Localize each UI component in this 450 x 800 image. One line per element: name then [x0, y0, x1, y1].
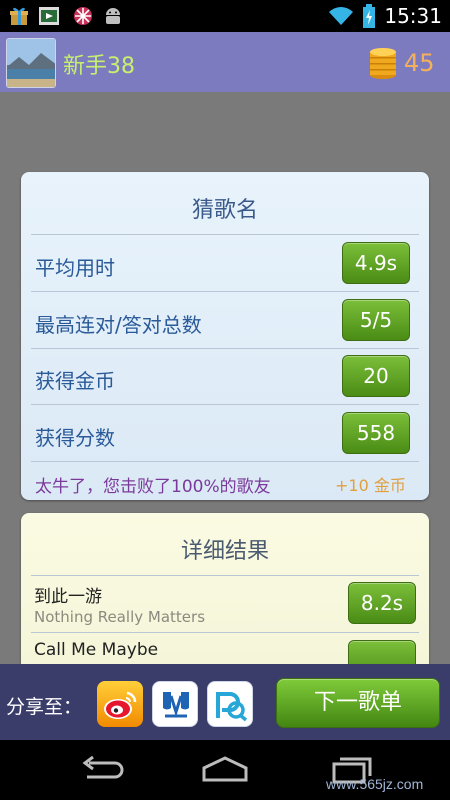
home-icon[interactable]	[200, 754, 250, 786]
song-time	[348, 640, 416, 664]
stats-card: 猜歌名 平均用时 4.9s 最高连对/答对总数 5/5 获得金币 20 获得分数…	[21, 172, 429, 500]
detail-card: 详细结果 到此一游 Nothing Really Matters 8.2s Ca…	[21, 513, 429, 664]
stat-value-streak: 5/5	[342, 299, 410, 341]
android-icon	[106, 8, 120, 24]
next-playlist-button[interactable]: 下一歌单	[276, 678, 440, 728]
stat-label-avg-time: 平均用时	[35, 256, 115, 280]
divider	[31, 632, 419, 633]
stat-label-score: 获得分数	[35, 426, 115, 450]
stats-card-title: 猜歌名	[191, 198, 258, 223]
watermark: www.565jz.com	[326, 776, 424, 792]
renren-icon	[163, 692, 189, 718]
username: 新手38	[63, 54, 135, 79]
gift-icon	[10, 7, 28, 25]
pinwheel-icon	[74, 7, 92, 25]
landscape-avatar	[7, 39, 55, 87]
stat-label-coins: 获得金币	[35, 369, 115, 393]
qzone-icon	[216, 692, 248, 722]
share-label: 分享至：	[6, 696, 83, 718]
wifi-icon	[329, 7, 354, 25]
divider	[31, 404, 419, 405]
coin-stack-icon	[370, 48, 396, 79]
stat-value-score: 558	[342, 412, 410, 454]
qzone-share-button[interactable]	[207, 681, 253, 727]
back-icon[interactable]	[75, 754, 125, 786]
stat-value-avg-time: 4.9s	[342, 242, 410, 284]
stat-label-streak: 最高连对/答对总数	[35, 313, 202, 337]
film-icon	[39, 7, 59, 25]
stat-value-coins: 20	[342, 355, 410, 397]
divider	[31, 461, 419, 462]
battery-charging-icon	[363, 4, 376, 28]
renren-share-button[interactable]	[152, 681, 198, 727]
clock: 15:31	[384, 4, 442, 28]
song-artist: Nothing Really Matters	[34, 608, 206, 626]
avatar[interactable]	[6, 38, 56, 88]
coin-bonus: +10 金币	[335, 476, 406, 495]
weibo-share-button[interactable]	[97, 681, 143, 727]
song-title: 到此一游	[34, 587, 102, 607]
coin-count: 45	[404, 49, 435, 77]
rank-message: 太牛了，您击败了100%的歌友	[35, 477, 271, 497]
song-time: 8.2s	[348, 582, 416, 624]
app-header: 新手38 45	[0, 32, 450, 92]
divider	[31, 575, 419, 576]
detail-card-title: 详细结果	[180, 539, 269, 564]
song-title: Call Me Maybe	[34, 640, 159, 660]
weibo-icon	[104, 691, 137, 719]
divider	[31, 234, 419, 235]
divider	[31, 291, 419, 292]
share-bar: 分享至： 下一歌单	[0, 664, 450, 740]
status-bar: 15:31	[0, 0, 450, 32]
divider	[31, 348, 419, 349]
results-area[interactable]: 猜歌名 平均用时 4.9s 最高连对/答对总数 5/5 获得金币 20 获得分数…	[0, 92, 450, 664]
